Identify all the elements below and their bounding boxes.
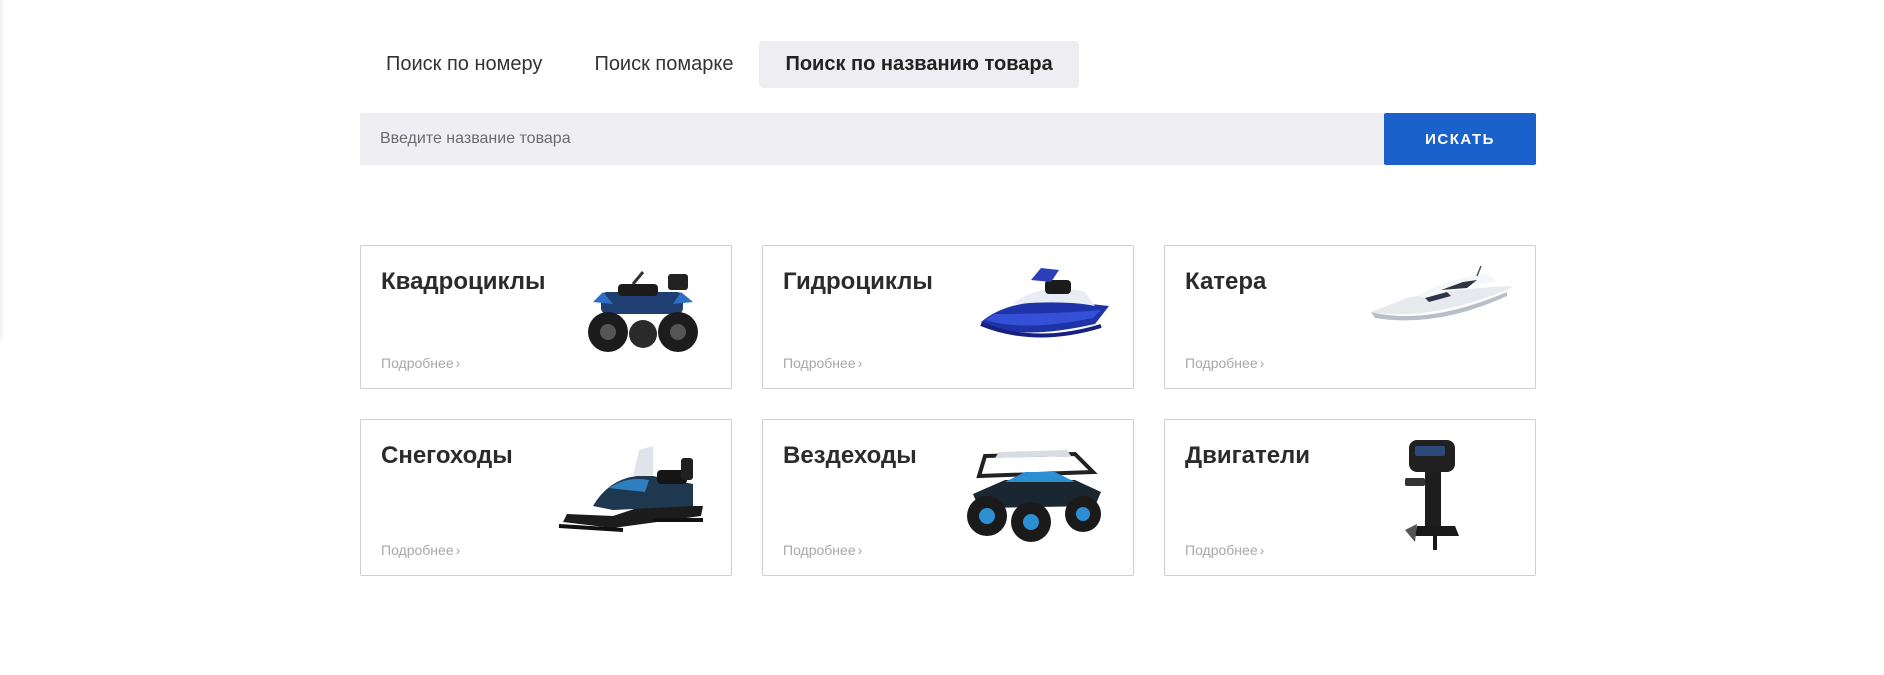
tab-search-by-name[interactable]: Поиск по названию товара (759, 41, 1079, 88)
utv-image (967, 450, 1101, 542)
search-tabs: Поиск по номеру Поиск помарке Поиск по н… (360, 41, 1079, 88)
snowmobile-image (558, 446, 703, 532)
outboard-motor-image (1405, 440, 1459, 550)
more-label: Подробнее (1185, 355, 1258, 371)
search-input[interactable] (360, 113, 1384, 165)
more-link[interactable]: Подробнее › (783, 542, 862, 558)
category-card-motor[interactable]: Двигатели Подробнее › (1164, 419, 1536, 576)
more-label: Подробнее (783, 542, 856, 558)
more-link[interactable]: Подробнее › (1185, 542, 1264, 558)
left-edge-shadow (0, 0, 5, 340)
more-label: Подробнее (381, 355, 454, 371)
search-button[interactable]: ИСКАТЬ (1384, 113, 1536, 165)
more-label: Подробнее (1185, 542, 1258, 558)
category-card-jetski[interactable]: Гидроциклы Подробнее › (762, 245, 1134, 389)
category-card-atv[interactable]: Квадроциклы Подробнее › (360, 245, 732, 389)
category-card-boat[interactable]: Катера Подробнее › (1164, 245, 1536, 389)
category-title: Катера (1185, 268, 1267, 295)
boat-image (1371, 265, 1513, 321)
tab-search-by-brand[interactable]: Поиск помарке (568, 41, 759, 88)
chevron-right-icon: › (857, 355, 863, 371)
more-link[interactable]: Подробнее › (381, 542, 460, 558)
chevron-right-icon: › (857, 542, 863, 558)
category-title: Квадроциклы (381, 268, 546, 295)
more-link[interactable]: Подробнее › (783, 355, 862, 371)
chevron-right-icon: › (1259, 542, 1265, 558)
tab-search-by-number[interactable]: Поиск по номеру (360, 41, 568, 88)
category-title: Гидроциклы (783, 268, 933, 295)
more-label: Подробнее (783, 355, 856, 371)
category-title: Вездеходы (783, 442, 917, 469)
category-title: Двигатели (1185, 442, 1311, 469)
more-link[interactable]: Подробнее › (1185, 355, 1264, 371)
category-title: Снегоходы (381, 442, 513, 469)
chevron-right-icon: › (455, 542, 461, 558)
chevron-right-icon: › (455, 355, 461, 371)
more-label: Подробнее (381, 542, 454, 558)
category-grid: Квадроциклы Подробнее › Гидроциклы Подроб… (360, 245, 1536, 576)
chevron-right-icon: › (1259, 355, 1265, 371)
atv-image (588, 271, 698, 352)
category-card-snowmobile[interactable]: Снегоходы Подробнее › (360, 419, 732, 576)
category-card-utv[interactable]: Вездеходы Подробнее › (762, 419, 1134, 576)
jetski-image (980, 268, 1109, 338)
more-link[interactable]: Подробнее › (381, 355, 460, 371)
search-bar: ИСКАТЬ (360, 113, 1536, 165)
